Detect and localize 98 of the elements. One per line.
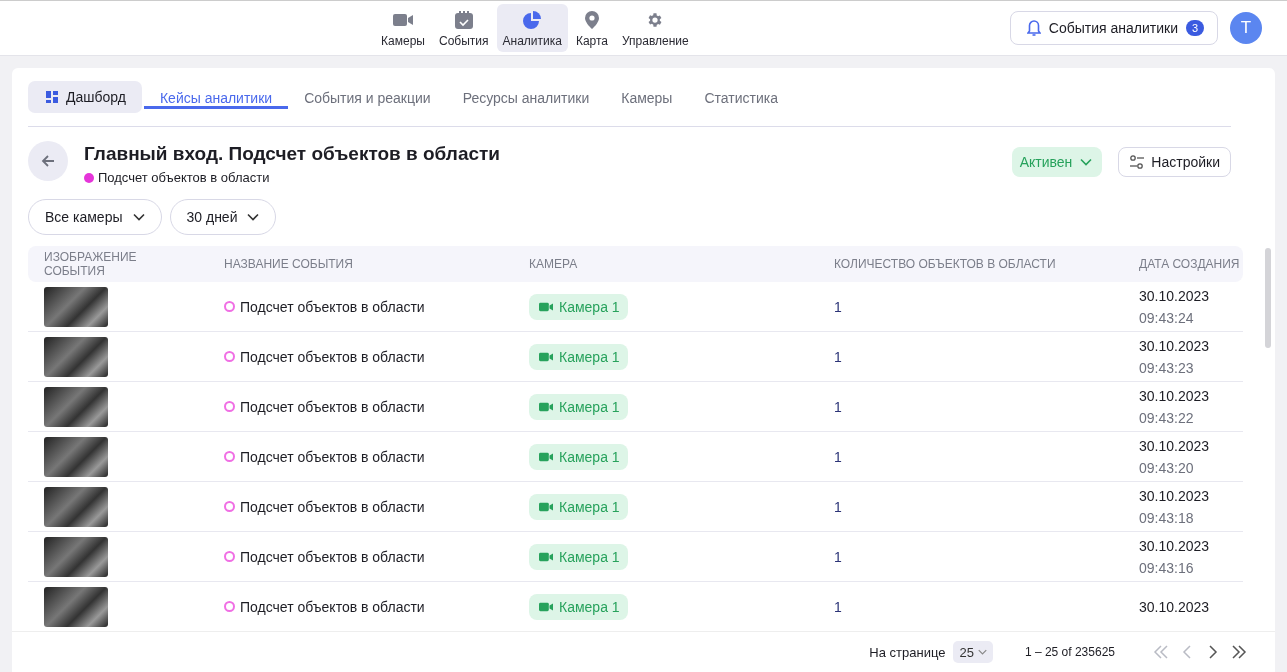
event-ring-icon — [224, 601, 235, 612]
bell-icon — [1026, 19, 1041, 37]
camera-tag[interactable]: Камера 1 — [529, 543, 628, 570]
last-page-icon[interactable] — [1231, 645, 1247, 659]
photo-placeholder[interactable] — [44, 386, 108, 427]
event-time: 09:43:22 — [1139, 409, 1195, 426]
event-ring-icon — [224, 301, 235, 312]
page-range: 1 – 25 of 235625 — [1024, 645, 1115, 659]
tab[interactable]: Камеры — [605, 80, 689, 109]
event-name: Подсчет объектов в области — [240, 498, 425, 515]
scrollbar-thumb[interactable] — [1265, 248, 1271, 348]
event-ring-icon — [224, 501, 235, 512]
filter-dropdown[interactable]: 30 дней — [169, 199, 277, 235]
photo-placeholder[interactable] — [44, 586, 108, 627]
photo-placeholder[interactable] — [44, 436, 108, 477]
event-ring-icon — [224, 551, 235, 562]
event-name: Подсчет объектов в области — [240, 548, 425, 565]
column-header: КОЛИЧЕСТВО ОБЪЕКТОВ В ОБЛАСТИ — [818, 246, 1123, 282]
video-camera-icon — [539, 551, 553, 562]
analytics-events-button[interactable]: События аналитики 3 — [1009, 11, 1218, 45]
map-pin-icon — [584, 10, 599, 29]
event-date: 30.10.2023 — [1139, 487, 1211, 504]
user-avatar[interactable]: T — [1230, 12, 1262, 44]
column-header: КАМЕРА — [513, 246, 818, 282]
settings-button[interactable]: Настройки — [1118, 147, 1231, 177]
camera-tag[interactable]: Камера 1 — [529, 293, 628, 320]
nav-item[interactable]: События — [432, 4, 495, 52]
case-type: Подсчет объектов в области — [98, 170, 270, 185]
event-date: 30.10.2023 — [1139, 387, 1211, 404]
nav-item[interactable]: Камеры — [375, 4, 431, 52]
chevron-down-icon — [247, 213, 260, 221]
column-header: ДАТА СОЗДАНИЯ — [1123, 246, 1243, 282]
event-time: 09:43:16 — [1139, 559, 1195, 576]
event-ring-icon — [224, 401, 235, 412]
event-name: Подсчет объектов в области — [240, 598, 425, 615]
video-camera-icon — [539, 351, 553, 362]
object-count: 1 — [834, 498, 842, 515]
event-ring-icon — [224, 451, 235, 462]
photo-placeholder[interactable] — [44, 486, 108, 527]
back-button[interactable] — [28, 141, 68, 181]
event-time: 09:43:18 — [1139, 509, 1195, 526]
camera-tag[interactable]: Камера 1 — [529, 593, 628, 620]
page-size-label: На странице — [869, 644, 946, 660]
event-date: 30.10.2023 — [1139, 337, 1211, 354]
event-date: 30.10.2023 — [1139, 287, 1211, 304]
object-count: 1 — [834, 598, 842, 615]
event-date: 30.10.2023 — [1139, 537, 1211, 554]
event-time: 09:43:23 — [1139, 359, 1195, 376]
grid-icon — [46, 91, 58, 103]
column-header: НАЗВАНИЕ СОБЫТИЯ — [208, 246, 513, 282]
object-count: 1 — [834, 348, 842, 365]
camera-tag[interactable]: Камера 1 — [529, 343, 628, 370]
pie-chart-icon — [523, 10, 542, 29]
photo-placeholder[interactable] — [44, 286, 108, 327]
column-header: ИЗОБРАЖЕНИЕ СОБЫТИЯ — [28, 246, 208, 282]
nav-item[interactable]: Аналитика — [496, 4, 568, 52]
event-date: 30.10.2023 — [1139, 598, 1211, 615]
video-camera-icon — [539, 401, 553, 412]
tab[interactable]: Статистика — [688, 80, 794, 109]
tab[interactable]: События и реакции — [288, 80, 447, 109]
page-size-dropdown[interactable]: 25 — [953, 641, 993, 663]
photo-placeholder[interactable] — [44, 336, 108, 377]
sliders-icon — [1129, 155, 1146, 169]
video-camera-icon — [539, 601, 553, 612]
video-camera-icon — [539, 501, 553, 512]
object-count: 1 — [834, 298, 842, 315]
count-badge: 3 — [1186, 20, 1204, 36]
case-title: Главный вход. Подсчет объектов в области — [84, 143, 502, 165]
arrow-left-icon — [41, 154, 55, 168]
camera-tag[interactable]: Камера 1 — [529, 443, 628, 470]
video-camera-icon — [539, 451, 553, 462]
camera-tag[interactable]: Камера 1 — [529, 393, 628, 420]
object-count: 1 — [834, 448, 842, 465]
event-name: Подсчет объектов в области — [240, 448, 425, 465]
camera-tag[interactable]: Камера 1 — [529, 493, 628, 520]
nav-item[interactable]: Управление — [616, 4, 695, 52]
event-time: 09:43:24 — [1139, 309, 1195, 326]
chevron-down-icon — [132, 213, 145, 221]
event-date: 30.10.2023 — [1139, 437, 1211, 454]
event-ring-icon — [224, 351, 235, 362]
event-name: Подсчет объектов в области — [240, 298, 425, 315]
event-name: Подсчет объектов в области — [240, 398, 425, 415]
calendar-check-icon — [454, 10, 473, 29]
dashboard-button[interactable]: Дашборд — [28, 81, 142, 113]
event-time: 09:43:20 — [1139, 459, 1195, 476]
chevron-down-icon — [1080, 158, 1093, 166]
video-camera-icon — [393, 12, 413, 27]
object-count: 1 — [834, 398, 842, 415]
status-dropdown[interactable]: Активен — [1011, 147, 1103, 177]
photo-placeholder[interactable] — [44, 536, 108, 577]
nav-item[interactable]: Карта — [569, 4, 615, 52]
filter-dropdown[interactable]: Все камеры — [28, 199, 162, 235]
event-name: Подсчет объектов в области — [240, 348, 425, 365]
video-camera-icon — [539, 301, 553, 312]
object-count: 1 — [834, 548, 842, 565]
tab[interactable]: Ресурсы аналитики — [446, 80, 606, 109]
tab[interactable]: Кейсы аналитики — [143, 80, 289, 109]
chevron-down-icon — [977, 648, 987, 656]
